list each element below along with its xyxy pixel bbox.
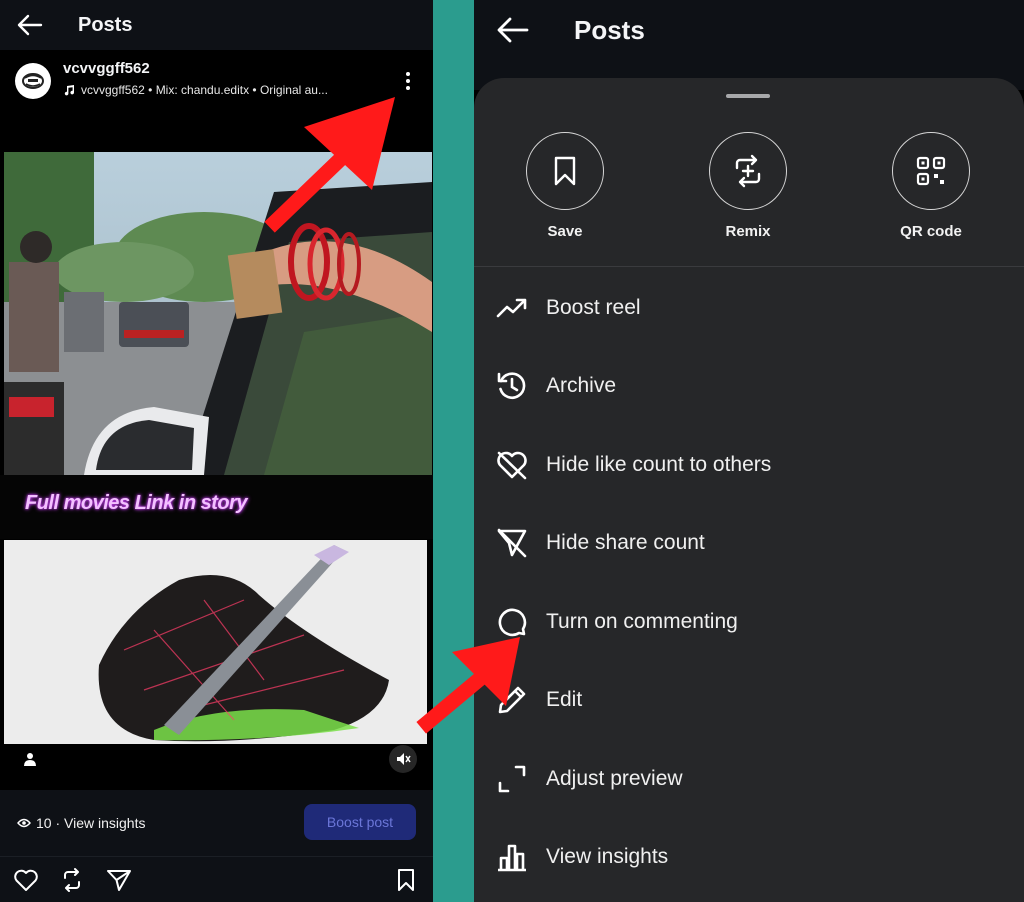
overlay-caption: Full movies Link in story (25, 492, 248, 514)
menu-item-hide-like-count[interactable]: Hide like count to others (474, 437, 1024, 493)
post-username[interactable]: vcvvggff562 (63, 60, 150, 77)
remix-label: Remix (725, 223, 771, 240)
menu-item-adjust-preview[interactable]: Adjust preview (474, 751, 1024, 807)
pencil-icon (495, 683, 529, 717)
menu-item-label: Adjust preview (546, 767, 683, 790)
back-arrow-icon[interactable] (16, 11, 44, 39)
archive-history-icon (495, 369, 529, 403)
menu-item-label: View insights (546, 845, 669, 868)
boost-post-button[interactable]: Boost post (304, 804, 416, 840)
remix-button[interactable]: Remix (698, 132, 798, 240)
views-text: 10 · View insights (36, 815, 146, 831)
audio-attribution[interactable]: vcvvggff562 • Mix: chandu.editx • Origin… (63, 83, 375, 97)
divider (474, 266, 1024, 267)
tagged-people-icon[interactable] (22, 751, 38, 767)
save-label: Save (547, 223, 583, 240)
menu-item-edit[interactable]: Edit (474, 672, 1024, 728)
menu-item-hide-share-count[interactable]: Hide share count (474, 515, 1024, 571)
share-icon[interactable] (105, 866, 133, 894)
video-footer (0, 744, 433, 784)
repost-icon[interactable] (58, 866, 86, 894)
qr-code-label: QR code (900, 223, 962, 240)
menu-item-archive[interactable]: Archive (474, 358, 1024, 414)
menu-item-boost-reel[interactable]: Boost reel (474, 280, 1024, 336)
music-note-icon (64, 85, 75, 96)
bookmark-icon[interactable] (392, 866, 420, 894)
menu-item-turn-on-commenting[interactable]: Turn on commenting (474, 594, 1024, 650)
crop-corners-icon (495, 762, 529, 796)
more-options-icon[interactable] (396, 66, 420, 96)
qr-code-icon (892, 132, 970, 210)
menu-item-label: Edit (546, 688, 583, 711)
eye-icon (17, 818, 31, 828)
menu-item-label: Turn on commenting (546, 610, 738, 633)
page-title: Posts (574, 14, 645, 45)
like-heart-icon[interactable] (12, 866, 40, 894)
back-arrow-icon[interactable] (496, 13, 530, 47)
reel-video-frame-top[interactable] (4, 152, 432, 475)
right-phone-screen: Posts Save Remix QR code Boost reel Arch… (474, 0, 1024, 902)
bookmark-icon (526, 132, 604, 210)
qr-code-button[interactable]: QR code (881, 132, 981, 240)
save-button[interactable]: Save (515, 132, 615, 240)
menu-item-label: Archive (546, 374, 617, 397)
heart-crossed-icon (495, 448, 529, 482)
comment-bubble-icon (495, 605, 529, 639)
left-phone-screen: Posts vcvvggff562 vcvvggff562 • Mix: cha… (0, 0, 433, 902)
avatar[interactable] (15, 63, 51, 99)
menu-item-view-insights[interactable]: View insights (474, 829, 1024, 885)
remix-icon (709, 132, 787, 210)
bar-chart-icon (495, 840, 529, 874)
menu-item-label: Boost reel (546, 296, 641, 319)
screenshot-comparison: Posts vcvvggff562 vcvvggff562 • Mix: cha… (0, 0, 1024, 902)
audio-text: vcvvggff562 • Mix: chandu.editx • Origin… (81, 83, 328, 97)
page-title: Posts (78, 13, 133, 36)
trend-up-icon (495, 291, 529, 325)
mute-icon[interactable] (389, 745, 417, 773)
view-insights-link[interactable]: 10 · View insights (17, 815, 145, 831)
reel-video-frame-bottom[interactable] (4, 540, 427, 744)
sheet-drag-handle[interactable] (726, 94, 770, 98)
menu-item-label: Hide like count to others (546, 453, 772, 476)
left-top-bar: Posts (0, 0, 433, 50)
menu-item-label: Hide share count (546, 531, 705, 554)
share-crossed-icon (495, 526, 529, 560)
right-top-bar: Posts (474, 0, 1024, 60)
